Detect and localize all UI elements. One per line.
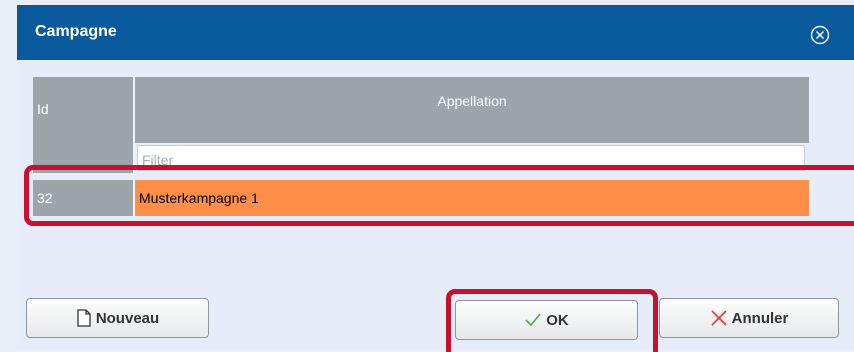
cancel-button-label: Annuler (731, 309, 789, 327)
column-header-appellation-label: Appellation (437, 93, 507, 109)
new-button-label: Nouveau (95, 309, 160, 327)
cell-appellation: Musterkampagne 1 (135, 180, 809, 216)
document-icon (76, 309, 92, 327)
ok-button[interactable]: OK (455, 300, 638, 340)
dialog-title: Campagne (35, 23, 117, 40)
dialog-titlebar: Campagne (17, 5, 854, 60)
cell-id: 32 (33, 180, 135, 216)
ok-button-label: OK (546, 311, 569, 329)
filter-row (33, 143, 809, 173)
cell-id-value: 32 (37, 190, 53, 206)
filter-input[interactable] (137, 145, 805, 171)
filter-id-cell (33, 143, 135, 173)
cell-appellation-value: Musterkampagne 1 (139, 190, 259, 206)
cancel-button[interactable]: Annuler (659, 298, 839, 338)
table-row[interactable]: 32 Musterkampagne 1 (33, 180, 809, 216)
x-icon (710, 309, 728, 327)
close-button[interactable] (810, 25, 830, 45)
close-circle-icon (810, 25, 830, 45)
grid-header: Id Appellation (33, 77, 809, 143)
checkmark-icon (524, 312, 542, 328)
column-header-id-label: Id (37, 101, 49, 117)
new-button[interactable]: Nouveau (26, 298, 209, 338)
column-header-appellation[interactable]: Appellation (135, 77, 809, 143)
column-header-id[interactable]: Id (33, 77, 135, 143)
